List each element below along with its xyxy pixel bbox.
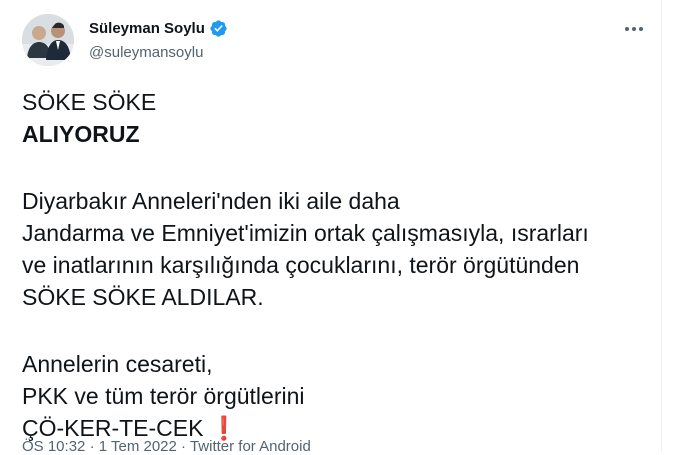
tweet-line: SÖKE SÖKE ALDILAR. — [22, 284, 264, 310]
verified-badge-icon — [209, 19, 228, 38]
tweet-line: Diyarbakır Anneleri'nden iki aile daha — [22, 188, 400, 214]
tweet-line: SÖKE SÖKE — [22, 89, 157, 115]
tweet-meta: ÖS 10:32 · 1 Tem 2022 · Twitter for Andr… — [22, 438, 311, 455]
tweet-source-link[interactable]: Twitter for Android — [190, 438, 311, 455]
tweet-line: PKK ve tüm terör örgütlerini — [22, 383, 305, 409]
tweet-text: SÖKE SÖKE ALIYORUZ Diyarbakır Anneleri'n… — [22, 86, 652, 444]
more-options-icon[interactable] — [620, 17, 648, 41]
tweet-date: 1 Tem 2022 — [98, 438, 177, 455]
author-handle[interactable]: @suleymansoylu — [89, 44, 203, 61]
author-display-name[interactable]: Süleyman Soylu — [89, 20, 205, 37]
tweet-line: ve inatlarının karşılığında çocuklarını,… — [22, 252, 580, 278]
tweet-time-link[interactable]: ÖS 10:32 · 1 Tem 2022 — [22, 438, 177, 455]
meta-separator: · — [89, 438, 95, 455]
tweet-line-bold: ALIYORUZ — [22, 121, 140, 147]
tweet-line: Annelerin cesareti, — [22, 351, 213, 377]
avatar-photo — [22, 14, 74, 66]
tweet-line: Jandarma ve Emniyet'imizin ortak çalışma… — [22, 220, 589, 246]
author-avatar[interactable] — [22, 14, 74, 66]
tweet-card: Süleyman Soylu @suleymansoylu SÖKE SÖKE … — [0, 0, 662, 455]
meta-separator: · — [181, 438, 187, 455]
tweet-spacer — [22, 150, 652, 185]
tweet-time: ÖS 10:32 — [22, 438, 86, 455]
tweet-spacer — [22, 313, 652, 348]
